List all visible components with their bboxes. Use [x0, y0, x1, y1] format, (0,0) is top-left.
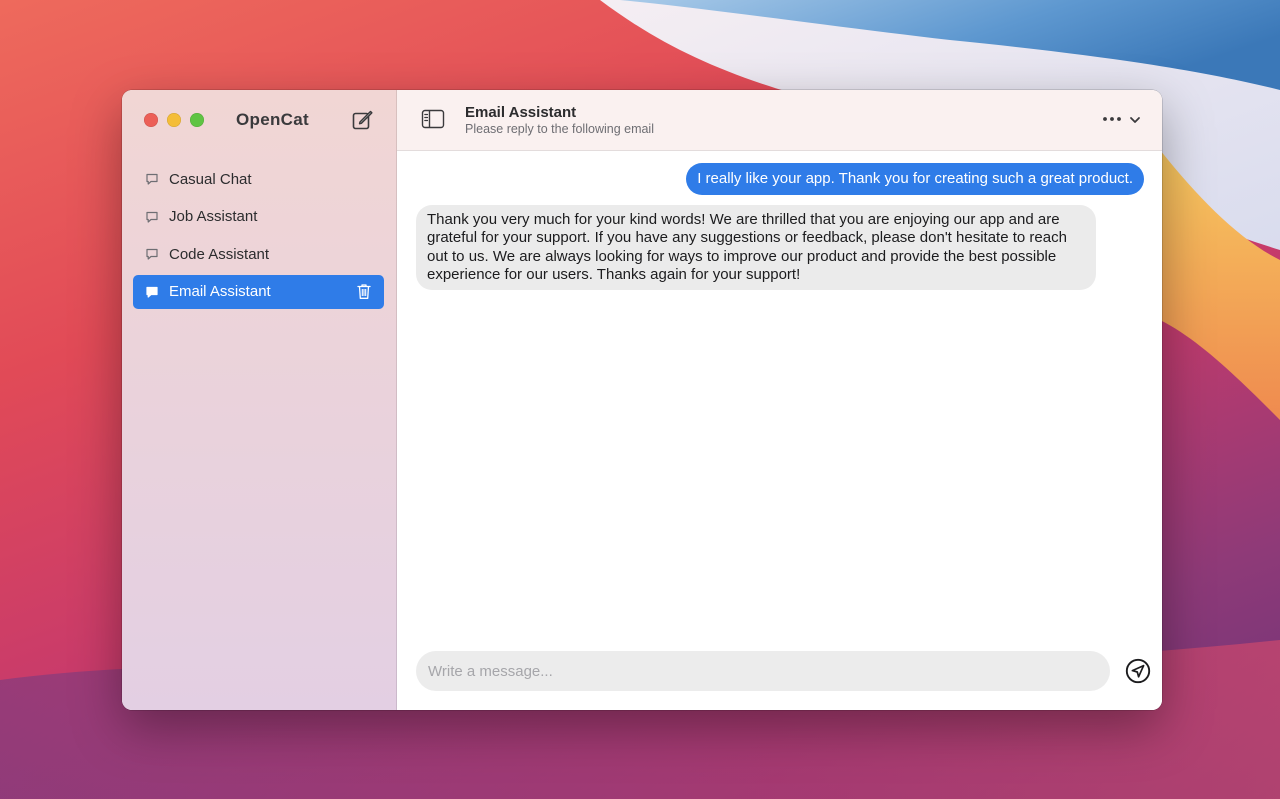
- conversation-subtitle: Please reply to the following email: [465, 122, 654, 136]
- sidebar-item-label: Job Assistant: [169, 208, 258, 226]
- user-message-bubble: I really like your app. Thank you for cr…: [686, 163, 1144, 195]
- chevron-down-icon[interactable]: [1128, 113, 1142, 127]
- sidebar-item-email-assistant[interactable]: Email Assistant: [133, 274, 384, 309]
- sidebar: OpenCat Casual Chat Job Assistant Code A…: [122, 90, 397, 710]
- sidebar-item-label: Email Assistant: [169, 283, 271, 301]
- chat-bubble-icon: [146, 249, 158, 260]
- chat-bubble-icon: [146, 173, 158, 185]
- minimize-window-button[interactable]: [167, 113, 181, 127]
- conversation-pane: Email Assistant Please reply to the foll…: [397, 90, 1162, 710]
- message-input[interactable]: [416, 651, 1110, 691]
- sidebar-item-label: Code Assistant: [169, 245, 270, 263]
- conversation-header: Email Assistant Please reply to the foll…: [397, 90, 1162, 151]
- compose-icon[interactable]: [351, 109, 373, 131]
- chat-bubble-icon: [146, 286, 158, 298]
- ellipsis-icon[interactable]: [1102, 112, 1122, 126]
- conversation-title: Email Assistant: [465, 104, 577, 121]
- message-list: I really like your app. Thank you for cr…: [397, 151, 1162, 630]
- sidebar-item-label: Casual Chat: [169, 170, 252, 188]
- sidebar-toggle-icon[interactable]: [421, 109, 445, 129]
- trash-icon[interactable]: [356, 283, 372, 300]
- chat-bubble-icon: [146, 211, 158, 223]
- desktop: OpenCat Casual Chat Job Assistant Code A…: [0, 0, 1280, 799]
- sidebar-item-job-assistant[interactable]: Job Assistant: [133, 200, 384, 234]
- zoom-window-button[interactable]: [190, 113, 204, 127]
- send-icon[interactable]: [1125, 658, 1151, 684]
- chat-list: Casual Chat Job Assistant Code Assistant: [133, 162, 384, 312]
- window-controls: [144, 113, 204, 127]
- sidebar-item-code-assistant[interactable]: Code Assistant: [133, 237, 384, 271]
- close-window-button[interactable]: [144, 113, 158, 127]
- app-window: OpenCat Casual Chat Job Assistant Code A…: [122, 90, 1162, 710]
- assistant-message-bubble: Thank you very much for your kind words!…: [416, 205, 1096, 291]
- app-title: OpenCat: [236, 110, 309, 129]
- sidebar-item-casual-chat[interactable]: Casual Chat: [133, 162, 384, 196]
